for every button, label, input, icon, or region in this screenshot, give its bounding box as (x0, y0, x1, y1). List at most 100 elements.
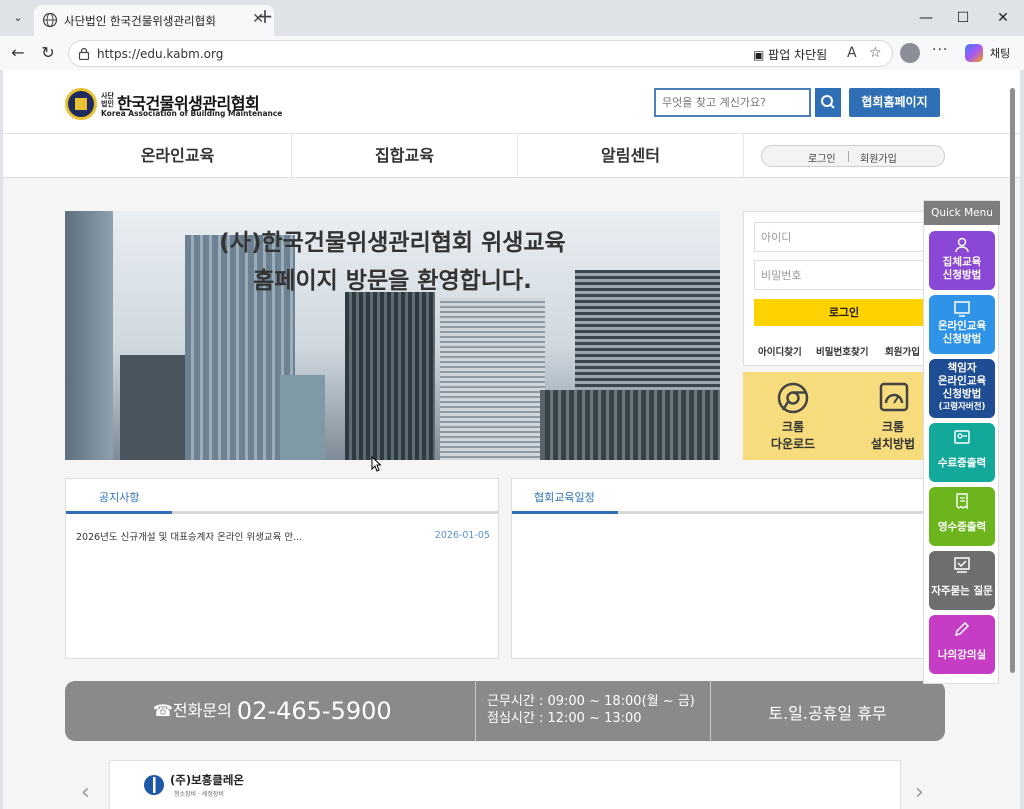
quick-label: 영수증출력 (937, 521, 987, 533)
quick-my-classroom[interactable]: 나의강의실 (929, 615, 995, 674)
member-links: 로그인 회원가입 (761, 145, 945, 167)
monitor-icon (954, 301, 970, 317)
certificate-icon (954, 430, 970, 444)
quick-label: 집체교육 신청방법 (942, 256, 982, 281)
quick-group-education[interactable]: 집체교육 신청방법 (929, 231, 995, 290)
board-active-indicator (512, 511, 618, 514)
join-link[interactable]: 회원가입 (885, 344, 920, 358)
install-guide-icon (879, 382, 909, 412)
maximize-button[interactable]: ☐ (953, 8, 973, 28)
partner-prev-arrow[interactable]: ‹ (81, 780, 90, 805)
partner-logo[interactable]: (주)보흥클레온 청소장비 · 세정장비 (134, 765, 261, 805)
notice-title[interactable]: 공지사항 (99, 489, 139, 505)
close-window-button[interactable]: ✕ (993, 8, 1013, 28)
lock-icon (78, 47, 90, 60)
board-active-indicator (66, 511, 172, 514)
building-image (440, 298, 545, 460)
receipt-icon (956, 493, 968, 510)
nav-online-education[interactable]: 온라인교육 (65, 134, 290, 178)
working-hours: 근무시간 : 09:00 ~ 18:00(월 ~ 금) 점심시간 : 12:00 … (487, 694, 695, 726)
quick-receipt-print[interactable]: 영수증출력 (929, 487, 995, 546)
find-password-link[interactable]: 비밀번호찾기 (816, 344, 868, 358)
faq-icon (954, 557, 970, 573)
search-input[interactable] (654, 88, 811, 117)
schedule-title[interactable]: 협회교육일정 (534, 489, 595, 505)
logo-subtitle: Korea Association of Building Maintenanc… (101, 109, 283, 118)
building-image (345, 292, 435, 460)
logo-emblem-icon[interactable] (65, 88, 97, 120)
web-page: 사단 법인 한국건물위생관리협회 Korea Association of Bu… (3, 70, 1020, 809)
site-header: 사단 법인 한국건물위생관리협회 Korea Association of Bu… (3, 70, 1020, 134)
logo-corp-label: 사단 법인 (101, 92, 114, 108)
quick-menu-title: Quick Menu (924, 201, 1000, 225)
page-scrollbar[interactable] (1008, 78, 1018, 806)
partner-name: (주)보흥클레온 (170, 773, 244, 787)
profile-avatar[interactable] (900, 43, 920, 63)
nav-notice-center[interactable]: 알림센터 (518, 134, 743, 178)
person-icon (955, 237, 969, 253)
banner-title-line2: 홈페이지 방문을 환영합니다. (253, 268, 532, 294)
nav-divider (743, 134, 744, 178)
search-button[interactable] (815, 88, 841, 117)
association-home-button[interactable]: 협회홈페이지 (849, 88, 940, 117)
holiday-notice: 토.일.공휴일 휴무 (768, 704, 887, 723)
nav-group-education[interactable]: 집합교육 (292, 134, 517, 178)
new-tab-button[interactable]: + (254, 6, 276, 28)
favorite-star-icon[interactable]: ☆ (869, 45, 882, 61)
search-icon (821, 95, 835, 109)
nav-login-link[interactable]: 로그인 (808, 150, 836, 165)
chrome-download-button[interactable]: 크롬 다운로드 (743, 372, 843, 460)
quick-label: 자주묻는 질문 (931, 585, 993, 597)
quick-online-education[interactable]: 온라인교육 신청방법 (929, 295, 995, 354)
quick-label: 온라인교육 신청방법 (937, 320, 987, 345)
tab-title: 사단법인 한국건물위생관리협회 (64, 14, 216, 28)
building-image (545, 390, 720, 460)
phone-label: ☎전화문의 02-465-5900 (153, 697, 392, 725)
building-image (280, 375, 325, 460)
globe-icon (42, 12, 58, 28)
mouse-cursor-icon (371, 456, 381, 472)
quick-faq[interactable]: 자주묻는 질문 (929, 551, 995, 610)
banner-title-line1: (사)한국건물위생관리협회 위생교육 (219, 230, 566, 256)
tab-list-button[interactable]: ⌄ (6, 7, 30, 29)
chrome-download-label: 크롬 다운로드 (770, 420, 816, 451)
url-text: https://edu.kabm.org (97, 47, 224, 61)
nav-join-link[interactable]: 회원가입 (860, 150, 897, 165)
chrome-panel: 크롬 다운로드 크롬 설치방법 (743, 372, 933, 460)
quick-label: 책임자 온라인교육 신청방법 (고령자버전) (937, 362, 987, 412)
refresh-button[interactable]: ↻ (38, 43, 58, 63)
browser-tab[interactable]: 사단법인 한국건물위생관리협회 ✕ (34, 5, 274, 36)
partner-next-arrow[interactable]: › (915, 780, 924, 805)
quick-manager-education[interactable]: 책임자 온라인교육 신청방법 (고령자버전) (929, 359, 995, 418)
id-input[interactable]: 아이디 (754, 222, 934, 252)
info-divider (475, 681, 476, 741)
contact-info-bar: ☎전화문의 02-465-5900 근무시간 : 09:00 ~ 18:00(월… (65, 681, 945, 741)
minimize-button[interactable]: — (916, 8, 936, 28)
chat-label[interactable]: 채팅 (990, 45, 1010, 61)
password-input[interactable]: 비밀번호 (754, 260, 934, 290)
quick-label: 나의강의실 (937, 649, 987, 661)
address-bar-row: ← ↻ https://edu.kabm.org ▣ 팝업 차단됨 A ☆ ··… (0, 36, 1024, 70)
login-panel: 아이디 비밀번호 로그인 아이디찾기 비밀번호찾기 회원가입 (743, 211, 934, 366)
partner-subtitle: 청소장비 · 세정장비 (174, 791, 224, 798)
notice-board: 공지사항 2026년도 신규개설 및 대표승계자 온라인 위생교육 안... 2… (65, 478, 499, 659)
chrome-icon (777, 382, 809, 414)
quick-certificate-print[interactable]: 수료증출력 (929, 423, 995, 482)
address-bar[interactable]: https://edu.kabm.org ▣ 팝업 차단됨 A ☆ (68, 40, 893, 67)
main-navigation: 온라인교육 집합교육 알림센터 로그인 회원가입 (3, 134, 1020, 178)
phone-number[interactable]: 02-465-5900 (237, 697, 392, 725)
notice-item-date: 2026-01-05 (434, 530, 490, 541)
popup-blocked-indicator[interactable]: ▣ 팝업 차단됨 (753, 46, 827, 63)
more-menu-icon[interactable]: ··· (932, 42, 948, 58)
find-id-link[interactable]: 아이디찾기 (758, 344, 802, 358)
scrollbar-thumb[interactable] (1010, 88, 1015, 673)
login-button[interactable]: 로그인 (754, 299, 934, 326)
copilot-icon[interactable] (965, 44, 983, 62)
quick-menu: Quick Menu 집체교육 신청방법 온라인교육 신청방법 책임자 온라인교육 신청… (923, 200, 1000, 684)
notice-item-title[interactable]: 2026년도 신규개설 및 대표승계자 온라인 위생교육 안... (76, 529, 302, 543)
pencil-icon (954, 621, 970, 637)
partner-logo-icon (144, 775, 164, 795)
back-button[interactable]: ← (8, 43, 28, 63)
read-aloud-icon[interactable]: A (847, 45, 857, 61)
schedule-board: 협회교육일정 (511, 478, 931, 659)
